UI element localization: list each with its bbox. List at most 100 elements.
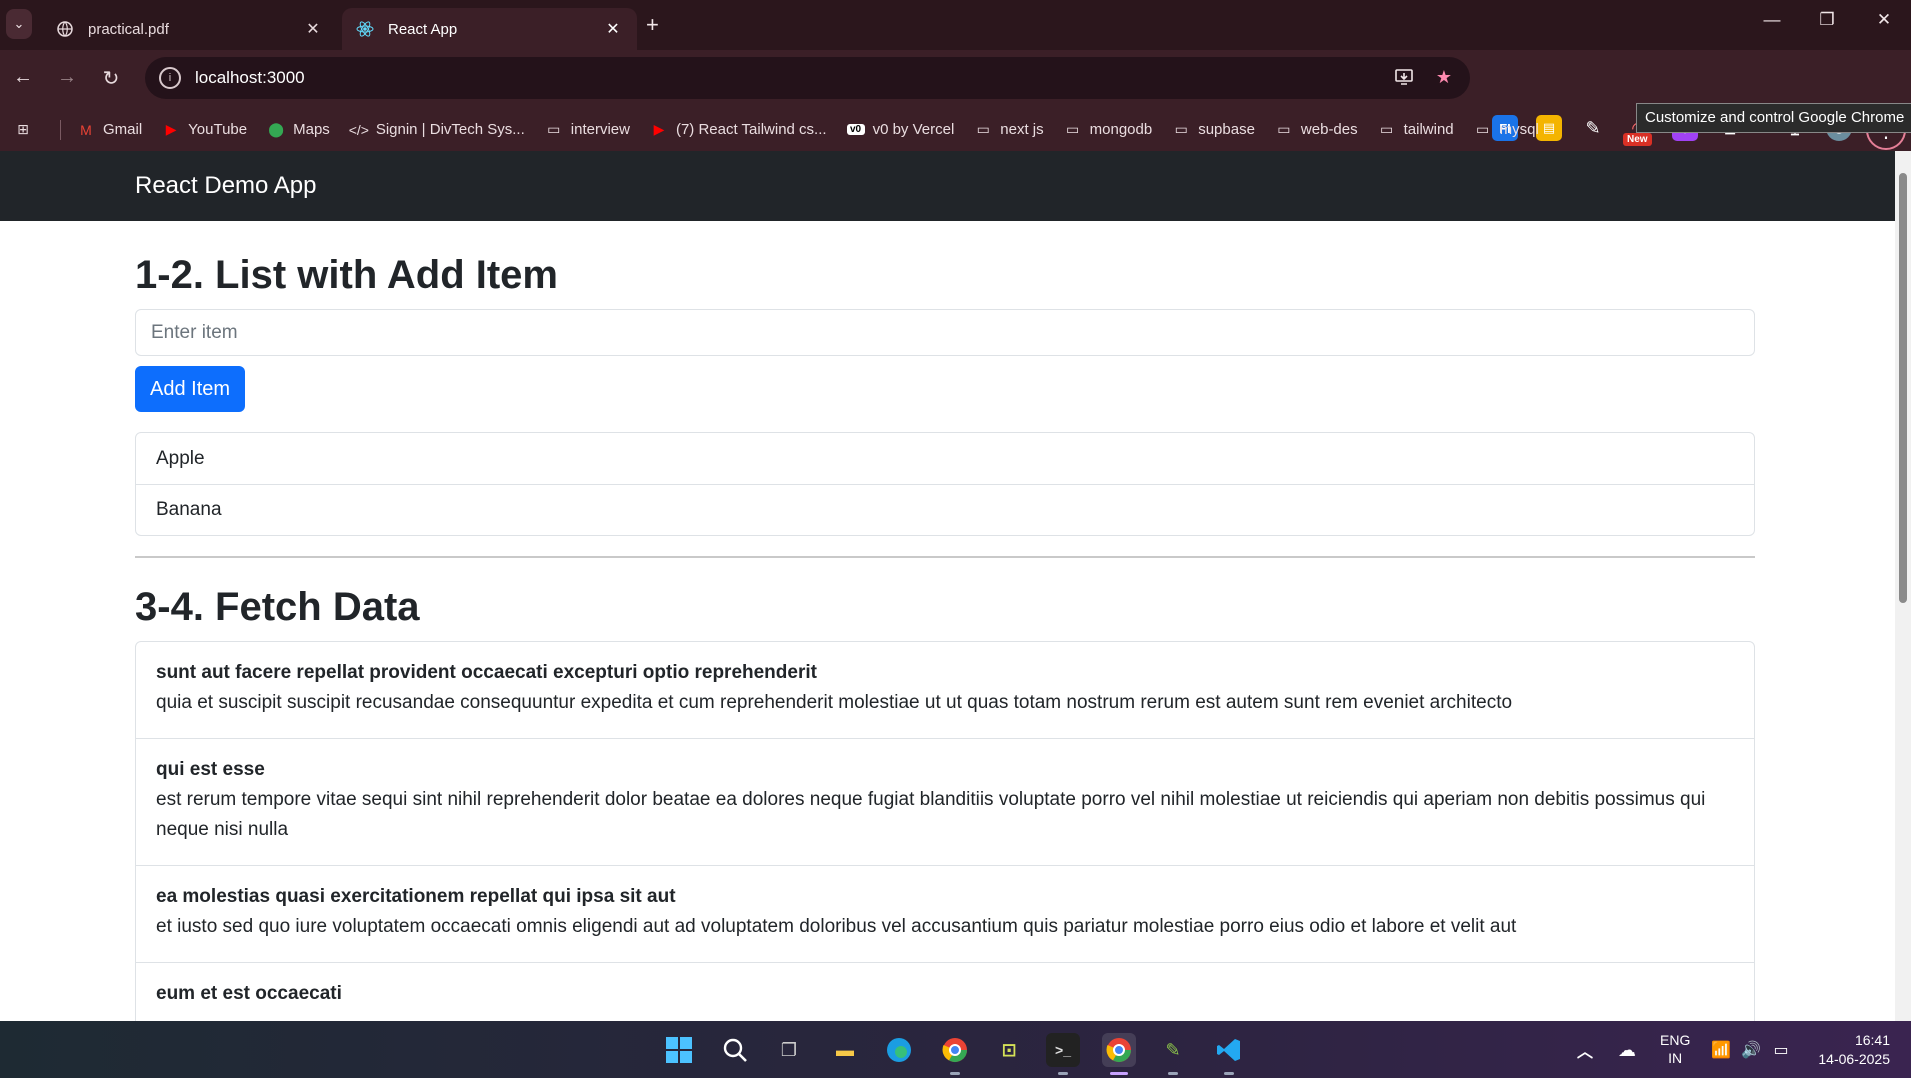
bookmark-gmail[interactable]: M Gmail [77,121,142,138]
taskbar: ❐ ▬ ⊡ >_ ✎ ︿ ☁ ENG IN 📶 🔊 ▭ 16:41 14-06-… [0,1021,1911,1078]
folder-icon: ▭ [1476,121,1490,137]
vscode-icon[interactable] [1212,1033,1246,1067]
folder-icon: ▭ [1277,121,1291,137]
tab-title: React App [388,20,458,38]
gmail-icon: M [80,121,92,138]
region-code: IN [1668,1050,1683,1066]
post-body: est rerum tempore vitae sequi sint nihil… [156,789,1706,840]
bookmark-folder-mysql[interactable]: ▭ mysql [1474,121,1539,138]
bookmark-folder-nextjs[interactable]: ▭ next js [974,121,1044,138]
page-scrollbar[interactable] [1895,151,1911,1021]
section-divider [135,556,1755,558]
notepad-icon[interactable]: ✎ [1156,1033,1190,1067]
reload-button[interactable]: ↻ [96,66,126,91]
menu-tooltip: Customize and control Google Chrome [1636,103,1911,133]
clock-time: 16:41 [1854,1032,1890,1048]
post-body: quia et suscipit suscipit recusandae con… [156,692,1513,713]
list-item: Apple [156,447,205,469]
bookmark-youtube[interactable]: ▶ YouTube [162,121,247,138]
post-title: eum et est occaecati [156,983,342,1004]
restore-button[interactable]: ❐ [1807,10,1847,30]
url-text: localhost:3000 [195,68,305,87]
bookmark-label: YouTube [188,121,248,138]
file-explorer-icon[interactable]: ▬ [828,1033,862,1067]
battery-icon[interactable]: ▭ [1764,1033,1798,1067]
bookmark-v0[interactable]: v0 v0 by Vercel [846,121,954,138]
post-title: qui est esse [156,759,265,780]
app-green-icon[interactable]: ⊡ [992,1033,1026,1067]
add-item-button[interactable]: Add Item [135,366,246,412]
tab-practical-pdf[interactable]: practical.pdf ✕ [42,8,337,50]
app-navbar: React Demo App [0,151,1895,221]
items-list: Apple Banana [135,432,1755,536]
bookmark-folder-supbase[interactable]: ▭ supbase [1172,121,1255,138]
edge-icon[interactable] [882,1033,916,1067]
post-item: sunt aut facere repellat provident occae… [136,642,1754,738]
folder-icon: ▭ [1380,121,1394,137]
tab-react-app[interactable]: React App ✕ [342,8,637,50]
folder-icon: ▭ [1174,121,1188,137]
bookmarks-bar: ⊞ M Gmail ▶ YouTube ⬤ Maps </> Signin | DivT… [0,108,1911,151]
site-info-icon[interactable]: i [159,67,181,89]
bookmark-star-icon[interactable]: ★ [1436,67,1452,92]
folder-icon: ▭ [1066,121,1080,137]
bookmark-label: next js [1000,121,1044,138]
chevron-down-icon: ⌄ [13,16,25,31]
active-indicator [1110,1072,1128,1075]
bookmark-maps[interactable]: ⬤ Maps [267,121,330,138]
bookmark-label: mongodb [1089,121,1153,138]
apps-grid-icon: ⊞ [17,121,29,137]
running-indicator [1224,1072,1234,1075]
tab-search-button[interactable]: ⌄ [6,9,32,39]
bookmark-signin[interactable]: </> Signin | DivTech Sys... [349,121,525,138]
terminal-icon[interactable]: >_ [1046,1033,1080,1067]
post-title: sunt aut facere repellat provident occae… [156,662,817,683]
apps-button[interactable]: ⊞ [14,121,40,138]
new-tab-button[interactable]: + [646,12,659,38]
bookmark-label: supbase [1198,121,1255,138]
scrollbar-thumb[interactable] [1899,173,1907,603]
close-icon[interactable]: ✕ [303,19,323,39]
windows-start-icon[interactable] [662,1033,696,1067]
bookmark-label: (7) React Tailwind cs... [675,121,827,138]
minimize-button[interactable]: — [1752,10,1792,30]
volume-icon[interactable]: 🔊 [1734,1033,1768,1067]
post-title: ea molestias quasi exercitationem repell… [156,886,676,907]
bookmark-folder-web-des[interactable]: ▭ web-des [1275,121,1358,138]
list-item: Banana [136,484,1754,535]
chrome-icon[interactable] [1102,1033,1136,1067]
forward-button[interactable]: → [52,66,82,89]
post-item: qui est esse est rerum tempore vitae seq… [136,738,1754,865]
address-bar[interactable]: i localhost:3000 ★ [145,57,1470,99]
onedrive-cloud-icon[interactable]: ☁ [1610,1033,1644,1067]
bookmark-folder-interview[interactable]: ▭ interview [545,121,630,138]
reload-icon: ↻ [102,68,120,90]
bookmark-react-tailwind[interactable]: ▶ (7) React Tailwind cs... [650,121,827,138]
input-language[interactable]: ENG IN [1660,1031,1690,1067]
close-window-button[interactable]: ✕ [1864,10,1904,30]
bookmark-folder-tailwind[interactable]: ▭ tailwind [1378,121,1454,138]
bookmark-folder-mongodb[interactable]: ▭ mongodb [1064,121,1153,138]
chevron-up-icon[interactable]: ︿ [1568,1033,1602,1067]
bookmark-label: web-des [1300,121,1358,138]
chrome-profile-icon[interactable] [938,1033,972,1067]
arrow-left-icon: ← [13,66,33,88]
page-viewport: React Demo App 1-2. List with Add Item A… [0,151,1895,1021]
post-item: eum et est occaecati [136,962,1754,1021]
post-item: ea molestias quasi exercitationem repell… [136,865,1754,962]
fetch-section-heading: 3-4. Fetch Data [135,585,420,629]
bookmark-label: Maps [293,121,330,138]
install-app-icon[interactable] [1394,67,1414,92]
posts-list: sunt aut facere repellat provident occae… [135,641,1755,1021]
task-view-icon[interactable]: ❐ [772,1033,806,1067]
close-icon[interactable]: ✕ [603,19,623,39]
tab-title: practical.pdf [88,20,169,38]
back-button[interactable]: ← [8,66,38,89]
clock[interactable]: 16:41 14-06-2025 [1810,1031,1890,1069]
search-icon[interactable] [718,1033,752,1067]
item-input[interactable] [135,309,1755,356]
wifi-icon[interactable]: 📶 [1704,1033,1738,1067]
navbar-brand[interactable]: React Demo App [135,172,316,200]
bookmark-label: interview [570,121,630,138]
arrow-right-icon: → [57,66,77,88]
